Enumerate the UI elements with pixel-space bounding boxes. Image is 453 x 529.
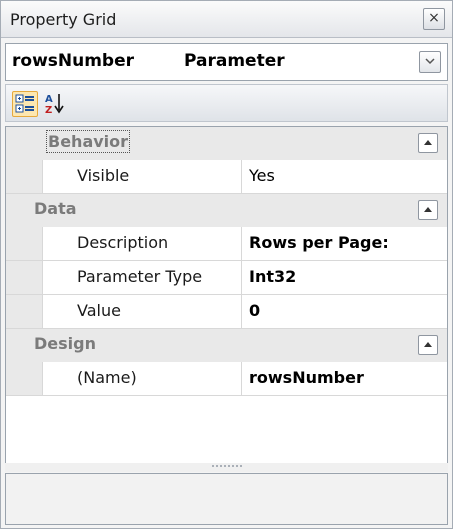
window-title: Property Grid xyxy=(10,10,117,29)
chevron-up-icon xyxy=(424,140,432,145)
property-value[interactable]: rowsNumber xyxy=(249,368,364,387)
category-row-behavior[interactable]: Behavior xyxy=(6,127,447,160)
property-value[interactable]: 0 xyxy=(249,301,260,320)
close-button[interactable]: × xyxy=(423,8,445,30)
property-grid-window: Property Grid × rowsNumber Parameter A Z… xyxy=(0,0,453,529)
property-grid: Behavior Visible Yes Data Description Ro… xyxy=(5,126,448,464)
row-gutter xyxy=(6,295,42,328)
property-name-cell: Parameter Type xyxy=(42,261,242,294)
categorized-view-button[interactable] xyxy=(12,91,38,117)
property-value[interactable]: Yes xyxy=(249,166,275,185)
description-splitter[interactable] xyxy=(5,463,448,472)
category-label: Design xyxy=(34,334,96,353)
property-name-cell: Visible xyxy=(42,160,242,193)
category-row-design[interactable]: Design xyxy=(6,329,447,362)
title-bar: Property Grid × xyxy=(1,1,452,38)
property-row-parameter-type[interactable]: Parameter Type Int32 xyxy=(6,261,447,295)
sort-alphabetical-icon: A Z xyxy=(45,94,64,116)
row-gutter xyxy=(6,160,42,193)
property-name: Parameter Type xyxy=(77,267,203,286)
svg-text:A: A xyxy=(45,94,53,105)
object-selector[interactable]: rowsNumber Parameter xyxy=(5,43,448,81)
close-icon: × xyxy=(428,10,440,26)
row-gutter xyxy=(6,227,42,260)
chevron-down-icon xyxy=(425,58,435,65)
property-row-description[interactable]: Description Rows per Page: xyxy=(6,227,447,261)
category-label: Behavior xyxy=(45,130,131,153)
chevron-up-icon xyxy=(424,207,432,212)
property-name-cell: Description xyxy=(42,227,242,260)
property-row-visible[interactable]: Visible Yes xyxy=(6,160,447,194)
property-name: Description xyxy=(77,233,169,252)
collapse-button[interactable] xyxy=(418,133,438,153)
selected-object-type: Parameter xyxy=(184,51,285,71)
chevron-up-icon xyxy=(424,342,432,347)
categorized-view-icon xyxy=(15,94,34,113)
category-label: Data xyxy=(34,199,77,218)
property-name-cell: Value xyxy=(42,295,242,328)
property-name: (Name) xyxy=(77,368,137,387)
description-panel xyxy=(5,473,448,525)
collapse-button[interactable] xyxy=(418,200,438,220)
selected-object-name: rowsNumber xyxy=(12,51,135,71)
splitter-grip-icon xyxy=(212,465,242,470)
svg-text:Z: Z xyxy=(45,105,52,115)
alphabetical-view-button[interactable]: A Z xyxy=(42,91,66,116)
property-name: Value xyxy=(77,301,121,320)
property-name: Visible xyxy=(77,166,130,185)
property-value[interactable]: Int32 xyxy=(249,267,296,286)
object-dropdown-button[interactable] xyxy=(419,51,441,73)
category-row-data[interactable]: Data xyxy=(6,194,447,227)
grid-toolbar: A Z xyxy=(5,84,448,122)
row-gutter xyxy=(6,362,42,395)
property-value[interactable]: Rows per Page: xyxy=(249,233,389,252)
property-row-value[interactable]: Value 0 xyxy=(6,295,447,329)
row-gutter xyxy=(6,261,42,294)
property-name-cell: (Name) xyxy=(42,362,242,395)
collapse-button[interactable] xyxy=(418,335,438,355)
property-row-name[interactable]: (Name) rowsNumber xyxy=(6,362,447,396)
